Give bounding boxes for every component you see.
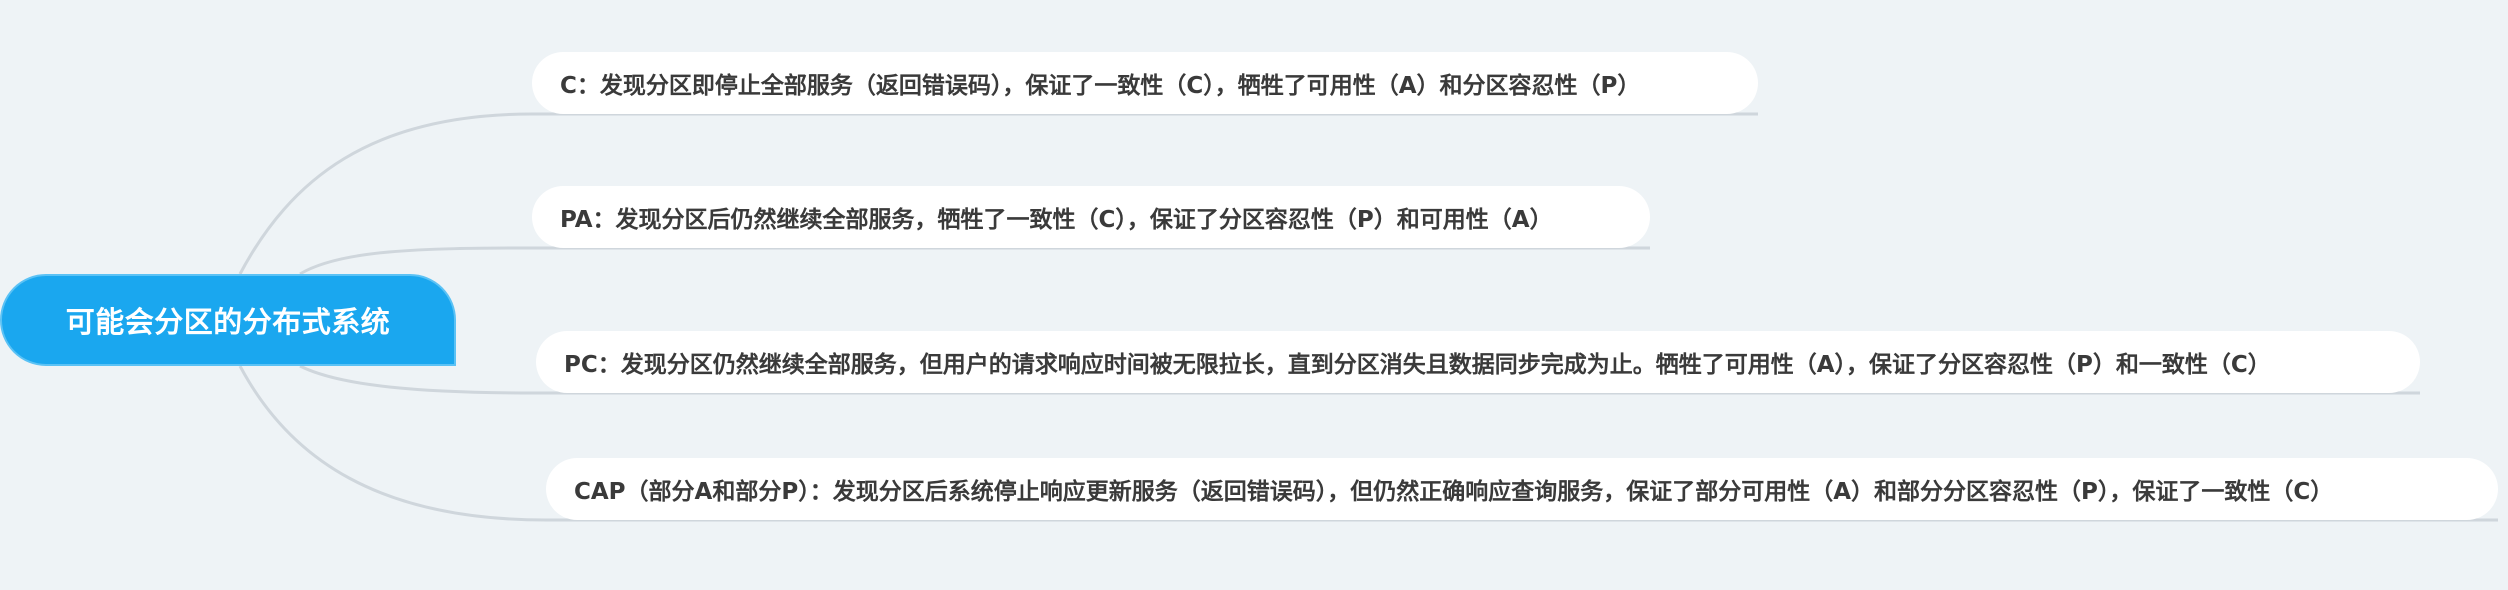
branch-topic-cap[interactable]: CAP（部分A和部分P）：发现分区后系统停止响应更新服务（返回错误码），但仍然正… [546,458,2498,520]
central-topic[interactable]: 可能会分区的分布式系统 [0,274,456,366]
branch-topic-label: CAP（部分A和部分P）：发现分区后系统停止响应更新服务（返回错误码），但仍然正… [574,479,2334,505]
branch-topic-label: PC：发现分区仍然继续全部服务，但用户的请求响应时间被无限拉长，直到分区消失且数… [564,352,2271,378]
connector-branch-2 [299,246,1650,276]
branch-topic-pa[interactable]: PA：发现分区后仍然继续全部服务，牺牲了一致性（C），保证了分区容忍性（P）和可… [532,186,1650,248]
branch-topic-label: PA：发现分区后仍然继续全部服务，牺牲了一致性（C），保证了分区容忍性（P）和可… [560,207,1553,233]
branch-topic-c[interactable]: C：发现分区即停止全部服务（返回错误码），保证了一致性（C），牺牲了可用性（A）… [532,52,1758,114]
branch-topic-label: C：发现分区即停止全部服务（返回错误码），保证了一致性（C），牺牲了可用性（A）… [560,73,1641,99]
central-topic-label: 可能会分区的分布式系统 [65,305,391,339]
branch-topic-pc[interactable]: PC：发现分区仍然继续全部服务，但用户的请求响应时间被无限拉长，直到分区消失且数… [536,331,2420,393]
mindmap-canvas: 可能会分区的分布式系统 C：发现分区即停止全部服务（返回错误码），保证了一致性（… [0,0,2508,590]
